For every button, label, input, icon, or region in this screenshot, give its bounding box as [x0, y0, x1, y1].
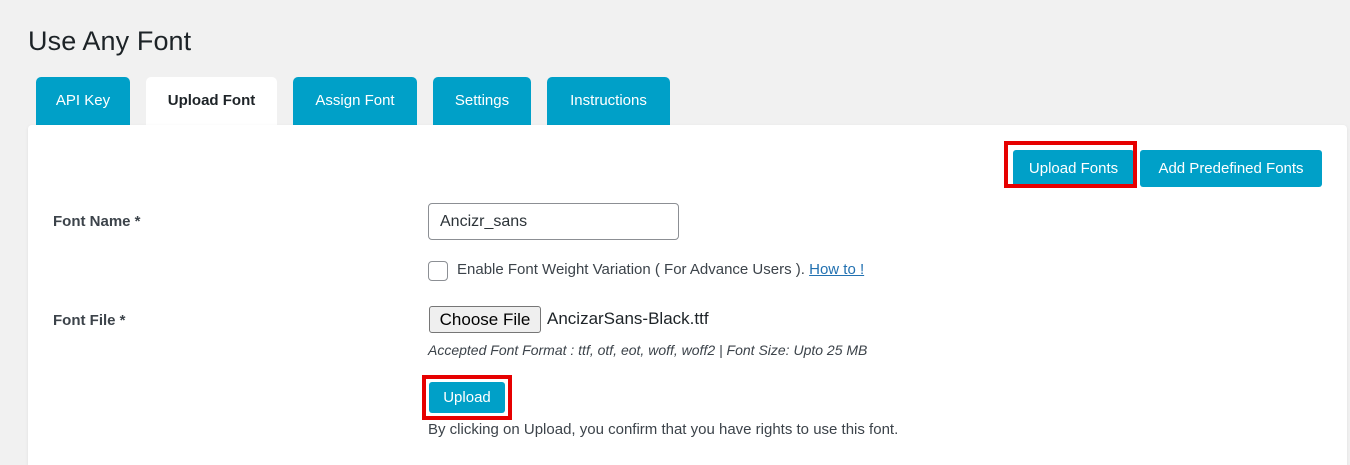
how-to-link[interactable]: How to !: [809, 261, 864, 278]
tab-assign-font[interactable]: Assign Font: [293, 77, 417, 125]
choose-file-button[interactable]: Choose File: [429, 306, 541, 333]
chosen-file-name: AncizarSans-Black.ttf: [547, 309, 709, 328]
tab-upload-font[interactable]: Upload Font: [146, 77, 277, 127]
consent-text: By clicking on Upload, you confirm that …: [428, 421, 899, 438]
font-file-label: Font File *: [53, 312, 126, 329]
add-predefined-fonts-button[interactable]: Add Predefined Fonts: [1140, 150, 1322, 187]
page-title: Use Any Font: [28, 26, 192, 56]
upload-button[interactable]: Upload: [429, 382, 505, 413]
font-name-label: Font Name *: [53, 213, 141, 230]
font-name-input[interactable]: [428, 203, 679, 240]
weight-variation-checkbox[interactable]: [428, 261, 448, 281]
tab-settings[interactable]: Settings: [433, 77, 531, 125]
format-hint: Accepted Font Format : ttf, otf, eot, wo…: [428, 342, 868, 358]
tab-instructions[interactable]: Instructions: [547, 77, 670, 125]
tab-api-key[interactable]: API Key: [36, 77, 130, 125]
weight-variation-label: Enable Font Weight Variation ( For Advan…: [457, 261, 864, 278]
upload-fonts-button[interactable]: Upload Fonts: [1013, 150, 1134, 187]
weight-variation-text: Enable Font Weight Variation ( For Advan…: [457, 261, 805, 278]
